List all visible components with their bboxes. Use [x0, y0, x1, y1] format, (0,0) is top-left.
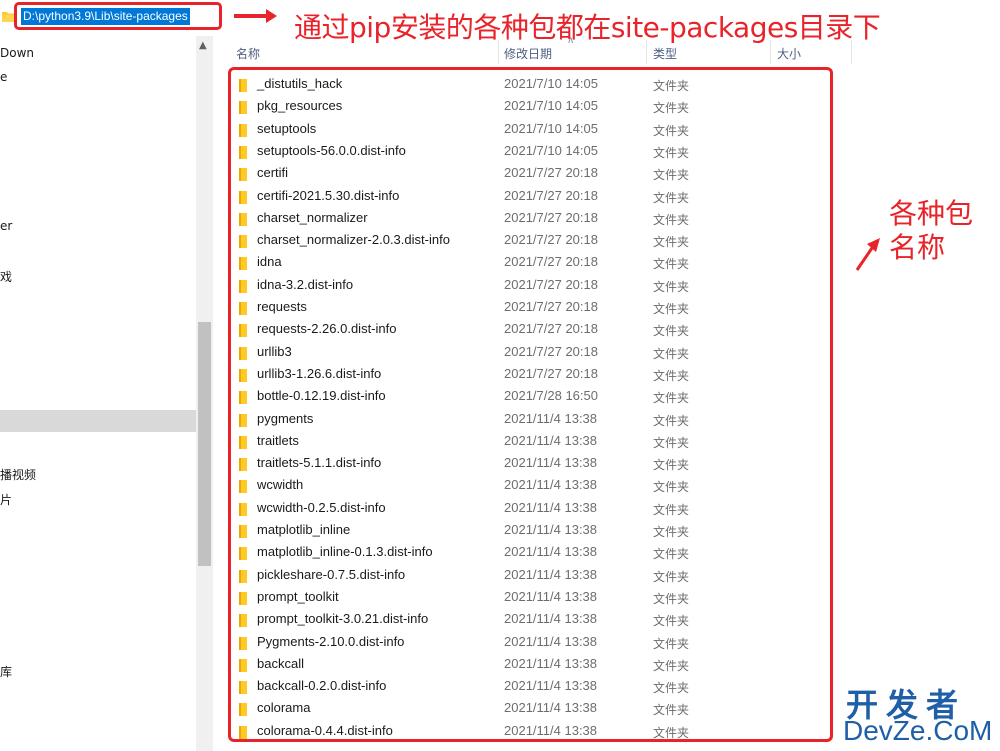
nav-item[interactable]: 库: [0, 663, 12, 680]
annotation-right-line2: 名称: [889, 231, 946, 264]
nav-item[interactable]: er: [0, 219, 12, 233]
nav-item[interactable]: 片: [0, 491, 12, 508]
column-header-date[interactable]: 修改日期: [504, 44, 552, 64]
column-divider[interactable]: [770, 40, 771, 64]
nav-scrollbar-thumb[interactable]: [198, 322, 211, 566]
column-header-type[interactable]: 类型: [653, 44, 677, 64]
column-divider[interactable]: [851, 40, 852, 64]
annotation-top-text: 通过pip安装的各种包都在site-packages目录下: [294, 11, 881, 44]
annotation-arrow-up-icon: [855, 238, 880, 271]
nav-selected-item[interactable]: [0, 410, 196, 432]
scroll-up-arrow-icon[interactable]: ▲: [199, 40, 207, 51]
watermark-domain: DevZe.CoM: [843, 715, 993, 746]
annotation-right-text: 各种包 名称: [889, 197, 989, 265]
nav-item[interactable]: Down: [0, 46, 34, 60]
navigation-pane[interactable]: Down e er 戏 播视频 片 库 ▲: [0, 36, 213, 751]
nav-item[interactable]: e: [0, 70, 7, 84]
sort-caret-icon: ∧: [567, 35, 575, 46]
column-divider[interactable]: [646, 40, 647, 64]
annotation-right-line1: 各种包: [889, 197, 974, 230]
nav-item[interactable]: 戏: [0, 268, 12, 285]
column-header-name[interactable]: 名称: [236, 44, 260, 64]
column-header-size[interactable]: 大小: [777, 44, 801, 64]
file-list-highlight-box: [228, 67, 833, 742]
nav-item[interactable]: 播视频: [0, 466, 36, 483]
annotation-arrow-right-icon: [234, 9, 277, 23]
column-divider[interactable]: [498, 40, 499, 64]
address-highlight-box: [14, 2, 222, 30]
